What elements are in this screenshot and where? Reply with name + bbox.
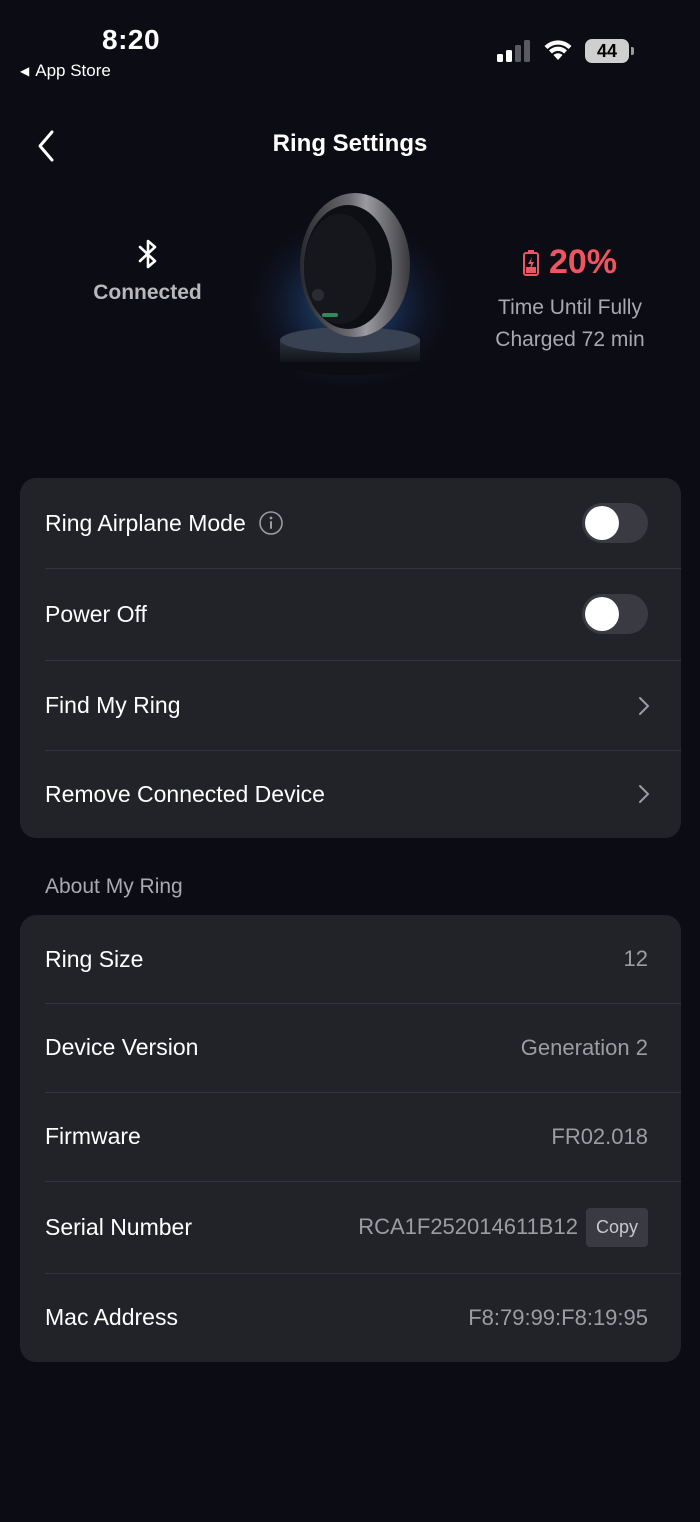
cellular-signal-icon <box>497 40 530 62</box>
airplane-mode-row: Ring Airplane Mode <box>45 478 681 569</box>
ring-size-row: Ring Size 12 <box>45 915 681 1004</box>
find-my-ring-label: Find My Ring <box>45 692 181 718</box>
airplane-mode-label: Ring Airplane Mode <box>45 509 246 536</box>
power-off-toggle[interactable] <box>582 594 648 634</box>
back-to-app-link[interactable]: ◀ App Store <box>20 61 111 81</box>
battery-charging-icon <box>522 249 539 276</box>
about-card: Ring Size 12 Device Version Generation 2… <box>20 915 681 1362</box>
serial-number-label: Serial Number <box>45 1213 192 1240</box>
remove-device-label: Remove Connected Device <box>45 780 325 807</box>
charge-text-line2: Charged 72 min <box>495 328 645 351</box>
firmware-label: Firmware <box>45 1123 141 1149</box>
bluetooth-status: Connected <box>60 237 235 305</box>
battery-level: 44 <box>585 39 629 63</box>
remove-device-row[interactable]: Remove Connected Device <box>45 750 681 838</box>
firmware-row: Firmware FR02.018 <box>45 1092 681 1182</box>
firmware-value: FR02.018 <box>551 1123 648 1149</box>
serial-number-row: Serial Number RCA1F252014611B12 Copy <box>45 1181 681 1274</box>
mac-address-value: F8:79:99:F8:19:95 <box>468 1304 648 1330</box>
ring-status-hero: Connected 20% Time Until Fully Charged 7… <box>0 185 700 425</box>
mac-address-row: Mac Address F8:79:99:F8:19:95 <box>45 1273 681 1362</box>
find-my-ring-row[interactable]: Find My Ring <box>45 661 681 751</box>
charge-text-line1: Time Until Fully <box>498 296 642 319</box>
settings-card: Ring Airplane Mode Power Off Find My Rin… <box>20 478 681 838</box>
mac-address-label: Mac Address <box>45 1304 178 1330</box>
airplane-mode-toggle[interactable] <box>582 503 648 543</box>
power-off-label: Power Off <box>45 600 147 627</box>
connection-status-label: Connected <box>93 281 202 304</box>
battery-indicator: 44 <box>585 39 635 63</box>
copy-serial-button[interactable]: Copy <box>585 1207 648 1247</box>
status-time: 8:20 <box>102 24 161 55</box>
chevron-right-icon <box>639 696 650 715</box>
nav-bar: Ring Settings <box>0 110 700 180</box>
ring-size-value: 12 <box>623 946 648 971</box>
ring-size-label: Ring Size <box>45 945 144 972</box>
chevron-right-icon <box>639 785 650 803</box>
ring-battery-status: 20% Time Until Fully Charged 72 min <box>470 243 670 356</box>
page-title: Ring Settings <box>272 130 428 157</box>
back-app-label: App Store <box>35 61 111 80</box>
battery-percentage: 20% <box>548 243 618 281</box>
status-bar: 8:20 ◀ App Store 44 <box>0 0 700 90</box>
about-section-header: About My Ring <box>45 875 183 898</box>
bluetooth-icon <box>138 239 156 269</box>
ring-image <box>240 193 460 385</box>
info-icon[interactable] <box>258 510 284 536</box>
power-off-row: Power Off <box>45 568 681 661</box>
back-triangle-icon: ◀ <box>20 64 30 78</box>
device-version-label: Device Version <box>45 1034 199 1060</box>
device-version-value: Generation 2 <box>520 1034 648 1060</box>
wifi-icon <box>544 40 572 60</box>
serial-number-value: RCA1F252014611B12 <box>358 1214 578 1239</box>
device-version-row: Device Version Generation 2 <box>45 1003 681 1093</box>
charge-time-text: Time Until Fully Charged 72 min <box>470 292 670 356</box>
